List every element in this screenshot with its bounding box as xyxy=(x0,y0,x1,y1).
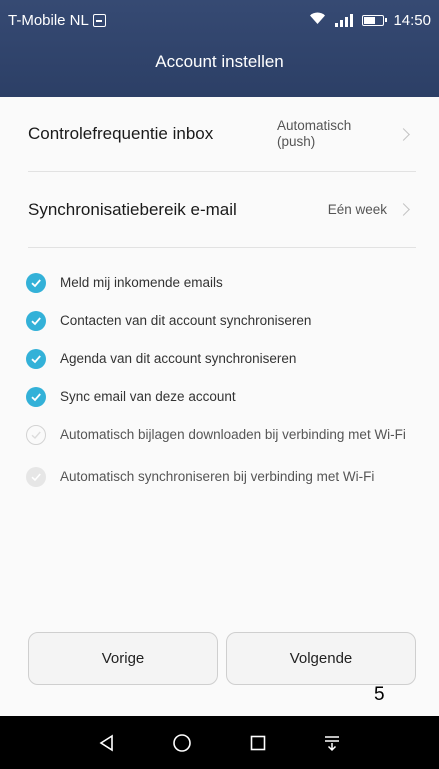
carrier-name: T-Mobile NL xyxy=(8,11,89,29)
back-icon[interactable] xyxy=(98,734,116,752)
chevron-right-icon xyxy=(397,203,410,216)
wifi-icon xyxy=(309,12,326,29)
option-sync-email[interactable]: Sync email van deze account xyxy=(26,387,426,407)
setting-value-line2: (push) xyxy=(277,134,316,149)
option-sync-calendar[interactable]: Agenda van dit account synchroniseren xyxy=(26,349,426,369)
option-label: Contacten van dit account synchroniseren xyxy=(60,313,312,328)
option-auto-sync-wifi[interactable]: Automatisch synchroniseren bij verbindin… xyxy=(26,467,426,487)
checkbox-unchecked-icon[interactable] xyxy=(26,467,46,487)
setting-value-line1: Automatisch xyxy=(277,118,352,133)
home-icon[interactable] xyxy=(172,733,192,753)
next-button[interactable]: Volgende xyxy=(226,632,416,685)
page-title: Account instellen xyxy=(155,52,284,71)
setting-label: Synchronisatiebereik e-mail xyxy=(28,199,237,219)
checkbox-checked-icon[interactable] xyxy=(26,387,46,407)
option-sync-contacts[interactable]: Contacten van dit account synchroniseren xyxy=(26,311,426,331)
signal-icon xyxy=(335,13,354,27)
option-notify-emails[interactable]: Meld mij inkomende emails xyxy=(26,273,426,293)
inbox-frequency-setting[interactable]: Controlefrequentie inbox Automatisch (pu… xyxy=(28,97,416,172)
option-label: Agenda van dit account synchroniseren xyxy=(60,351,297,366)
checkbox-checked-icon[interactable] xyxy=(26,273,46,293)
recents-icon[interactable] xyxy=(249,734,267,752)
app-header: T-Mobile NL 14:50 Account instellen xyxy=(0,0,439,97)
setting-label: Controlefrequentie inbox xyxy=(28,124,214,143)
setting-value: Automatisch (push) xyxy=(277,118,387,150)
option-label: Automatisch synchroniseren bij verbindin… xyxy=(60,469,375,484)
battery-icon xyxy=(362,14,388,26)
option-label: Sync email van deze account xyxy=(60,389,236,404)
notifications-icon[interactable] xyxy=(323,734,341,752)
sim-icon xyxy=(92,13,106,27)
sync-range-setting[interactable]: Synchronisatiebereik e-mail Eén week xyxy=(28,172,416,248)
status-icons: 14:50 xyxy=(309,12,431,29)
option-label: Automatisch bijlagen downloaden bij verb… xyxy=(60,427,406,442)
page-number: 5 xyxy=(374,684,385,705)
setting-value: Eén week xyxy=(327,201,387,217)
checkbox-checked-icon[interactable] xyxy=(26,311,46,331)
navigation-bar xyxy=(0,716,439,769)
settings-content: Controlefrequentie inbox Automatisch (pu… xyxy=(0,97,439,716)
clock: 14:50 xyxy=(393,11,431,29)
previous-button[interactable]: Vorige xyxy=(28,632,218,685)
option-label: Meld mij inkomende emails xyxy=(60,275,223,290)
chevron-right-icon xyxy=(397,127,410,141)
checkbox-unchecked-icon[interactable] xyxy=(26,425,46,445)
option-download-attachments-wifi[interactable]: Automatisch bijlagen downloaden bij verb… xyxy=(26,425,426,445)
status-bar: T-Mobile NL 14:50 xyxy=(0,0,439,40)
carrier-info: T-Mobile NL xyxy=(8,12,106,29)
checkbox-checked-icon[interactable] xyxy=(26,349,46,369)
